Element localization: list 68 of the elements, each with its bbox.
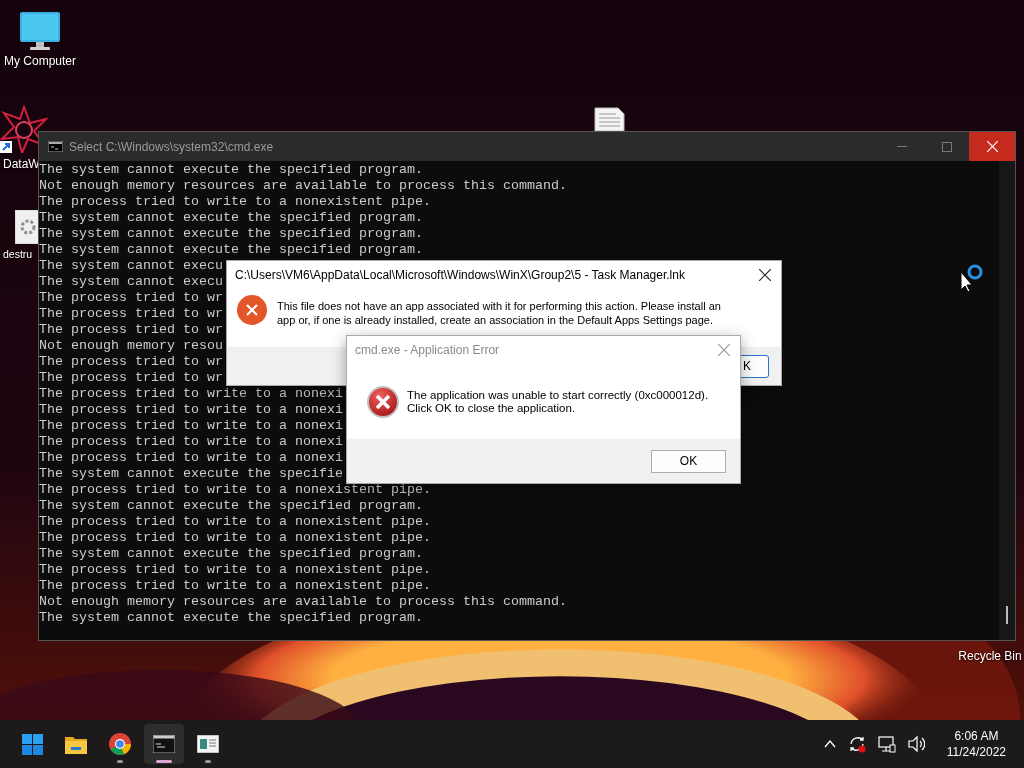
minimize-icon [896, 146, 907, 147]
console-line: The process tried to write to a nonexistent pipe. [39, 562, 431, 578]
console-line: The process tried to wr [39, 354, 223, 370]
console-line: Not enough memory resources are available to process this command. [39, 594, 567, 610]
console-line: The process tried to write to a nonexi [39, 434, 343, 450]
gear-file-icon [15, 210, 41, 244]
busy-cursor-icon [959, 264, 983, 294]
terminal-icon [153, 735, 175, 753]
console-line: The system cannot execute the specified program. [39, 546, 423, 562]
console-line: The system cannot execute the specified program. [39, 610, 423, 626]
monitor-icon [18, 12, 62, 50]
console-icon [48, 141, 63, 152]
maximize-icon [941, 141, 952, 152]
volume-icon [907, 735, 925, 753]
document-icon [593, 107, 625, 131]
console-line: The process tried to write to a nonexistent pipe. [39, 530, 431, 546]
app-window-icon [197, 735, 219, 753]
icon-label[interactable]: My Computer [4, 54, 76, 68]
console-line: The system cannot execute the specifie [39, 466, 343, 482]
console-line: The process tried to write to a nonexistent pipe. [39, 482, 431, 498]
console-line: The process tried to write to a nonexi [39, 450, 343, 466]
console-line: The process tried to wr [39, 306, 223, 322]
tray-button[interactable] [875, 735, 898, 753]
console-line: Not enough memory resources are available to process this command. [39, 178, 567, 194]
console-line: The process tried to wr [39, 370, 223, 386]
dialog-title: cmd.exe - Application Error [355, 343, 501, 357]
error-message: The application was unable to start correctly (0xc000012d). Click OK to close the application. [407, 388, 709, 415]
network-icon [877, 735, 896, 753]
console-line: The process tried to write to a nonexistent pipe. [39, 578, 431, 594]
console-line: The process tried to wr [39, 290, 223, 306]
dialog-title: C:\Users\VM6\AppData\Local\Microsoft\Windows\WinX\Group2\5 - Task Manager.lnk [235, 268, 686, 282]
taskbar-app[interactable] [144, 724, 184, 764]
sync-alert-icon [847, 735, 866, 753]
close-icon [759, 269, 771, 281]
console-line: The system cannot execute the specified program. [39, 242, 423, 258]
chevron-up-icon [823, 739, 836, 749]
console-line: The system cannot execute the specified program. [39, 210, 423, 226]
icon-label[interactable]: Recycle Bin [958, 649, 1022, 663]
console-line: The system cannot execu [39, 258, 223, 274]
console-line: The system cannot execute the specified program. [39, 162, 423, 178]
star-shortcut-icon [0, 105, 48, 153]
clock-date: 11/24/2022 [946, 744, 1006, 760]
console-line: The process tried to write to a nonexi [39, 418, 343, 434]
console-line: Not enough memory resou [39, 338, 223, 354]
error-icon [367, 385, 399, 418]
close-button[interactable] [759, 269, 771, 281]
close-icon [986, 141, 998, 152]
error-message: This file does not have an app associated with it for performing this action. Please install an app or, if one is already installed, create an association in the Default Apps Settings page. [277, 299, 721, 327]
close-icon [718, 344, 730, 356]
tray-button[interactable] [905, 735, 927, 753]
ok-button[interactable]: OK [651, 449, 726, 473]
scrollbar-thumb [1006, 606, 1008, 624]
error-icon [237, 295, 267, 325]
console-line: The system cannot execu [39, 274, 223, 290]
console-line: The process tried to wr [39, 322, 223, 338]
console-line: The system cannot execute the specified program. [39, 226, 423, 242]
console-line: The process tried to write to a nonexistent pipe. [39, 514, 431, 530]
console-line: The process tried to write to a nonexi [39, 402, 343, 418]
icon-label[interactable]: DataW [3, 157, 40, 171]
windows-logo-icon [21, 733, 43, 755]
folder-icon [65, 734, 87, 754]
window-title: Select C:\Windows\system32\cmd.exe [69, 139, 275, 154]
browser-icon [109, 733, 131, 755]
console-line: The system cannot execute the specified program. [39, 498, 423, 514]
console-line: The process tried to write to a nonexi [39, 386, 343, 402]
console-line: The process tried to write to a nonexistent pipe. [39, 194, 431, 210]
icon-label[interactable]: destru [3, 248, 33, 260]
clock-time: 6:06 AM [954, 728, 999, 744]
